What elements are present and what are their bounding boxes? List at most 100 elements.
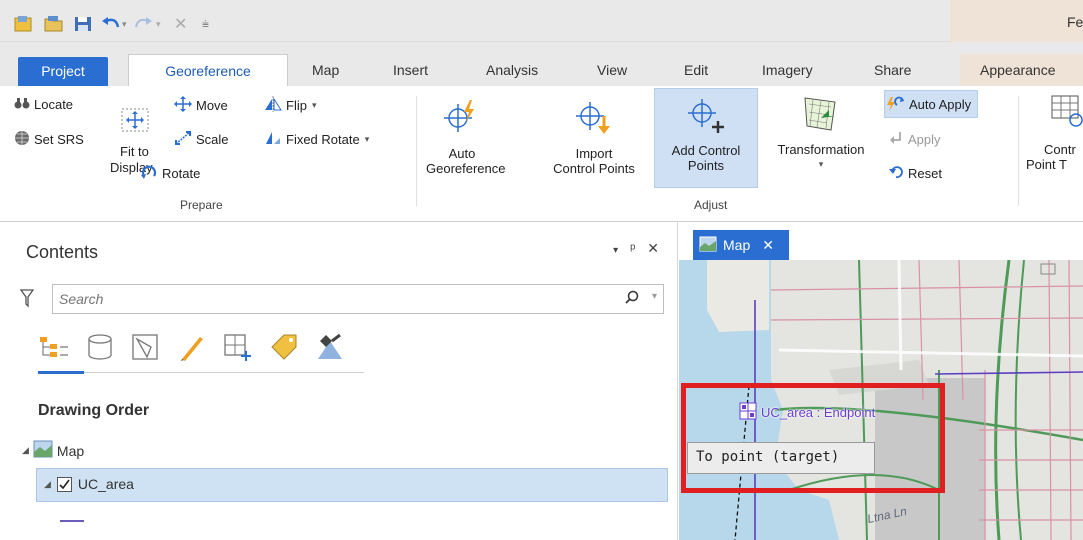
tab-edit[interactable]: Edit [684,59,708,86]
tab-analysis[interactable]: Analysis [486,59,538,86]
map-view-pane: Map ✕ UC_area: Endpoint To point (targe… [679,222,1083,540]
ribbon-tabs: Project Georeference Map Insert Analysis… [0,42,1083,86]
pane-options-icon[interactable]: ▾ [613,245,622,256]
tree-item-map[interactable]: ◢ Map [22,440,84,461]
fixed-rotate-dropdown-icon[interactable]: ▾ [365,134,370,145]
group-separator [416,96,417,206]
new-project-icon[interactable] [14,13,34,35]
tab-share[interactable]: Share [874,59,911,86]
layer-visibility-checkbox[interactable] [56,476,72,492]
auto-georeference-button[interactable]: Auto Georeference [426,94,506,190]
tab-georeference[interactable]: Georeference [128,54,288,86]
endpoint-label-text: UC_area : Endpoint [761,405,876,420]
customize-toolbar-icon[interactable]: ⩧ [202,13,209,35]
apply-button[interactable]: Apply [888,130,941,149]
apply-label: Apply [908,132,941,147]
search-options-icon[interactable]: ▾ [652,291,657,302]
map-canvas[interactable]: UC_area : Endpoint To point (target) Ltn… [679,260,1083,540]
flip-icon [264,96,282,115]
add-control-points-button[interactable]: Add Control Points [654,88,758,188]
list-by-labeling-icon[interactable] [268,331,300,366]
group-label-adjust: Adjust [694,198,728,212]
contextual-tab-background [950,0,1083,42]
list-by-data-source-icon[interactable] [84,331,116,366]
pin-icon[interactable]: ᵖ [630,240,639,256]
search-input[interactable] [59,289,599,309]
set-srs-label: Set SRS [34,132,84,147]
contents-title: Contents [26,242,99,262]
close-pane-icon[interactable]: ✕ [647,240,663,256]
import-control-points-button[interactable]: Import Control Points [536,94,652,190]
filter-icon[interactable] [19,288,35,311]
transformation-button[interactable]: Transformation ▾ [760,94,882,190]
drawing-order-heading: Drawing Order [38,402,150,419]
list-by-drawing-order-icon[interactable] [38,331,70,366]
cancel-icon[interactable]: ✕ [174,13,187,35]
cpt-line2: Point T [1026,157,1067,172]
transformation-icon [801,94,841,134]
open-project-icon[interactable] [44,13,64,35]
uc-area-layer-label: UC_area [77,476,134,492]
scale-button[interactable]: Scale [174,130,229,149]
tab-appearance[interactable]: Appearance [960,54,1083,86]
auto-apply-button[interactable]: Auto Apply [884,90,979,118]
undo-icon[interactable] [100,13,122,35]
list-by-snapping-icon[interactable] [222,331,254,366]
endpoint-snap-icon [739,402,757,423]
control-point-table-button[interactable]: Contr Point T [1026,94,1083,190]
add-line1: Add Control [671,143,741,158]
transformation-dropdown-icon[interactable]: ▾ [760,157,882,172]
move-button[interactable]: Move [174,96,228,115]
search-icon[interactable] [625,290,639,307]
map-view-tab[interactable]: Map ✕ [693,230,789,260]
auto-georeference-icon [442,98,482,138]
auto-line1: Auto [448,146,476,161]
ribbon: Locate Set SRS Fit to Display Move Scale… [0,86,1083,222]
redo-dropdown-icon[interactable]: ▾ [156,13,161,35]
flip-dropdown-icon[interactable]: ▾ [312,100,317,111]
import-control-points-icon [574,98,614,138]
group-label-prepare: Prepare [180,198,223,212]
collapse-map-icon[interactable]: ◢ [22,445,29,456]
locate-button[interactable]: Locate [14,96,73,113]
flip-button[interactable]: Flip ▾ [264,96,316,115]
tab-map[interactable]: Map [312,59,339,86]
fixed-rotate-button[interactable]: Fixed Rotate ▾ [264,130,369,149]
layer-symbol-line [60,520,84,522]
tab-project[interactable]: Project [18,57,108,86]
highlight-annotation-box [681,383,945,493]
apply-icon [888,130,904,149]
move-label: Move [196,98,228,113]
tab-imagery[interactable]: Imagery [762,59,813,86]
flip-label: Flip [286,98,307,113]
tab-insert[interactable]: Insert [393,59,428,86]
rotate-icon [140,164,158,183]
tab-view[interactable]: View [597,59,627,86]
move-icon [174,96,192,115]
list-by-selection-icon[interactable] [130,331,162,366]
reset-icon [888,164,904,183]
list-by-perspective-imagery-icon[interactable] [314,331,346,366]
save-project-icon[interactable] [74,13,94,35]
undo-dropdown-icon[interactable]: ▾ [122,13,127,35]
redo-icon[interactable] [134,13,154,35]
cpt-line1: Contr [1044,142,1076,157]
list-by-editing-icon[interactable] [176,331,208,366]
quick-access-toolbar: ▾ ▾ ✕ ⩧ Fe [0,0,1083,42]
rotate-button[interactable]: Rotate [140,164,200,183]
add-control-points-icon [686,95,726,135]
search-box[interactable]: ▾ [52,284,664,314]
add-line2: Points [687,158,725,173]
fit-line1: Fit to [120,144,149,159]
collapse-layer-icon[interactable]: ◢ [44,479,51,490]
set-srs-button[interactable]: Set SRS [14,130,84,149]
tree-item-uc-area[interactable]: ◢ UC_area [44,476,134,492]
reset-button[interactable]: Reset [888,164,942,183]
binoculars-icon [14,96,30,113]
scale-label: Scale [196,132,229,147]
map-icon [33,440,53,461]
rotate-label: Rotate [162,166,201,181]
toolbar-underline [38,372,364,373]
close-map-tab-icon[interactable]: ✕ [762,237,774,254]
contents-pane: Contents ▾ ᵖ ✕ ▾ [0,222,678,540]
